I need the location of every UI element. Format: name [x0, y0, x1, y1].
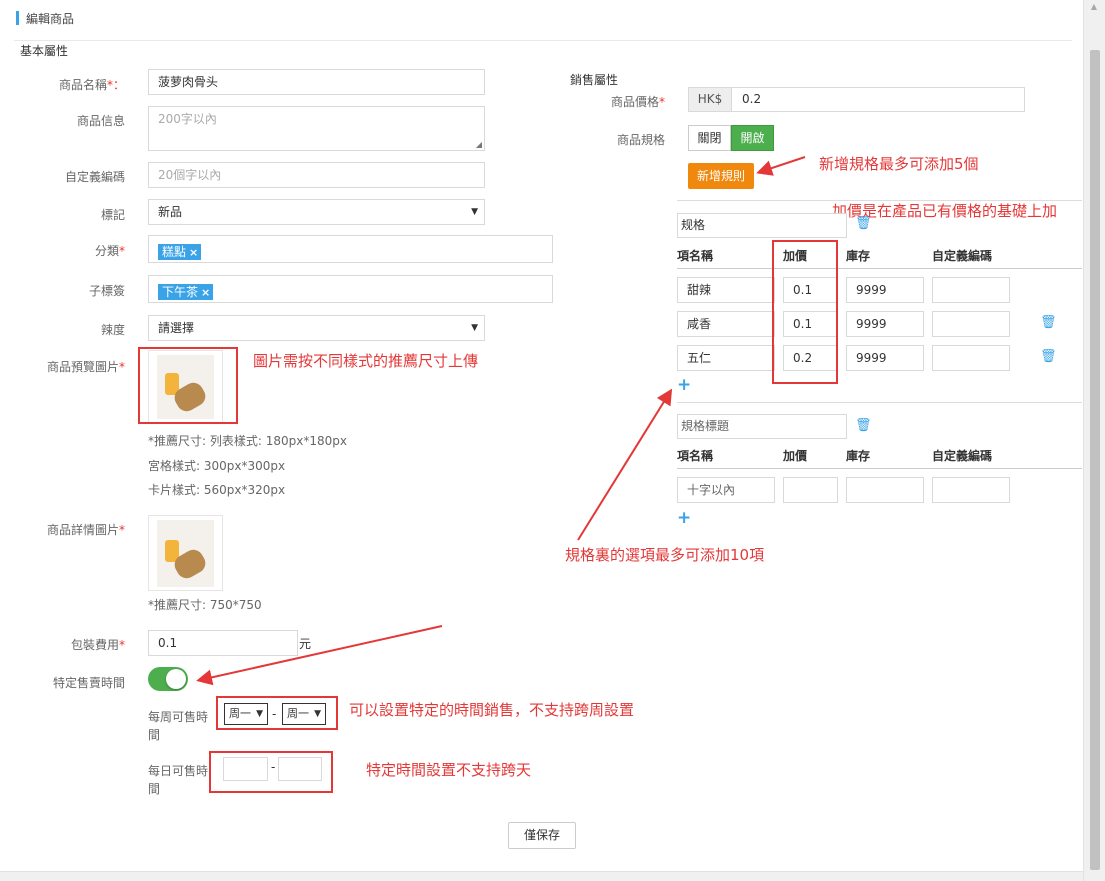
arrow-options: [577, 388, 673, 541]
bottom-bar: [0, 871, 1083, 881]
scrollbar-thumb[interactable]: [1090, 50, 1100, 870]
arrow-add-rule: [756, 156, 806, 176]
scroll-up-icon[interactable]: ▲: [1083, 0, 1105, 14]
arrow-special-time: [196, 625, 443, 686]
annotation-arrows: [196, 156, 806, 686]
